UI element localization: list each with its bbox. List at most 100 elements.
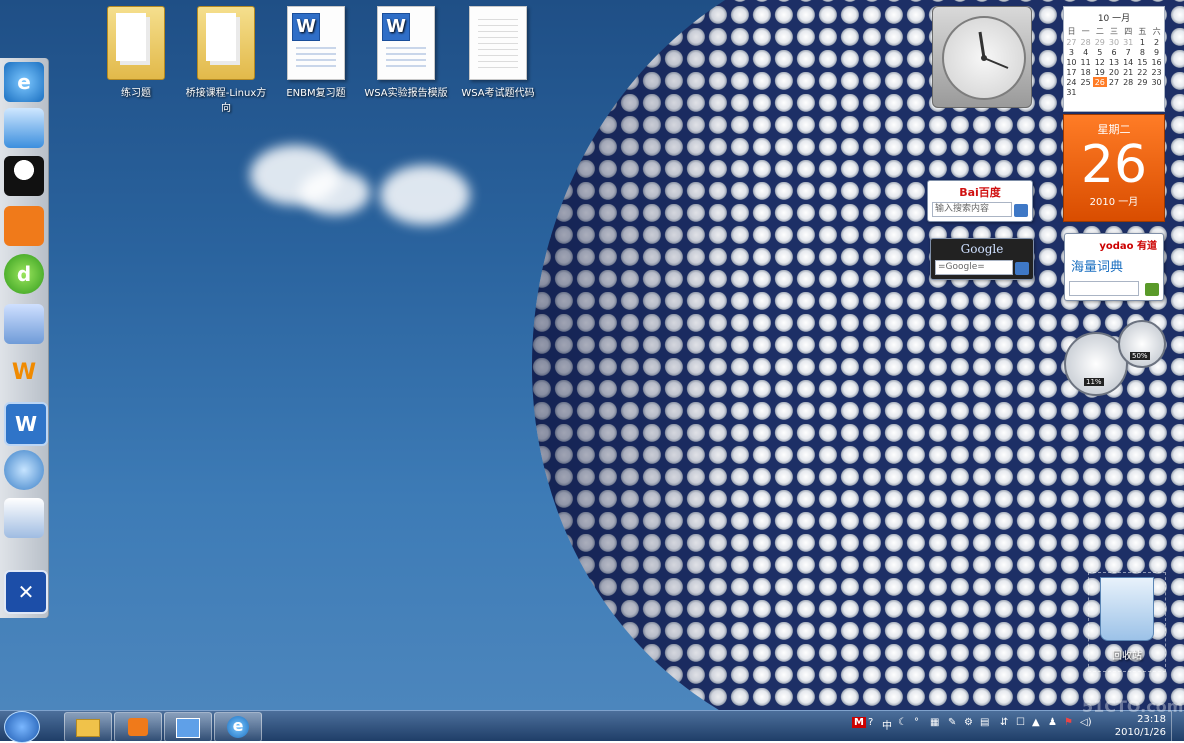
calendar-day-cell[interactable]: 13 — [1107, 57, 1121, 67]
calendar-day-cell[interactable]: 11 — [1079, 57, 1093, 67]
calendar-day-cell[interactable]: 28 — [1079, 37, 1093, 47]
paint-icon[interactable] — [4, 498, 44, 538]
mail-icon[interactable] — [4, 206, 44, 246]
calendar-day-cell[interactable] — [1079, 87, 1093, 97]
network-icon[interactable]: ⇵ — [1000, 717, 1008, 728]
taskbar-ie-button[interactable]: e — [214, 712, 262, 742]
volume-icon[interactable]: ◁) — [1080, 717, 1092, 728]
music-icon[interactable]: d — [4, 254, 44, 294]
mcafee-icon[interactable]: M — [852, 717, 866, 728]
monitor-icon[interactable] — [4, 108, 44, 148]
calendar-day-cell[interactable]: 31 — [1121, 37, 1135, 47]
calendar-day-cell[interactable]: 12 — [1093, 57, 1107, 67]
document-icon[interactable]: ▤ — [980, 717, 989, 728]
calendar-day-cell[interactable]: 27 — [1107, 77, 1121, 87]
calendar-weekday-cell: 一 — [1081, 27, 1090, 36]
word-document-icon: W — [287, 6, 345, 80]
power-icon[interactable]: ☐ — [1016, 717, 1025, 728]
calendar-day-cell[interactable]: 3 — [1064, 47, 1078, 57]
calendar-day-cell[interactable]: 17 — [1064, 67, 1078, 77]
youdao-search-input[interactable] — [1069, 281, 1139, 296]
calendar-day-cell[interactable]: 20 — [1107, 67, 1121, 77]
clock-gadget[interactable] — [932, 6, 1032, 108]
ime-indicator[interactable]: 中 — [882, 717, 892, 732]
desktop-icon-label: WSA考试题代码 — [461, 88, 535, 99]
calendar-day-cell[interactable]: 23 — [1149, 67, 1163, 77]
calendar-weekday-cell: 四 — [1124, 27, 1133, 36]
calendar-day-cell[interactable]: 19 — [1093, 67, 1107, 77]
youdao-logo: yodao 有道 — [1099, 241, 1157, 252]
desktop-icon-doc-2[interactable]: W WSA实验报告模版 — [364, 6, 448, 99]
tool-icon[interactable]: ✎ — [948, 717, 956, 728]
year-month-label: 2010 一月 — [1089, 197, 1139, 208]
notepad-icon[interactable] — [4, 304, 44, 344]
word-icon[interactable]: W — [4, 402, 48, 446]
calendar-day-cell[interactable]: 29 — [1093, 37, 1107, 47]
calendar-day-cell[interactable]: 27 — [1064, 37, 1078, 47]
google-search-input[interactable]: =Google= — [935, 260, 1013, 275]
search-icon[interactable] — [1145, 283, 1159, 296]
calendar-day-cell[interactable]: 10 — [1064, 57, 1078, 67]
calendar-day-cell[interactable]: 26 — [1092, 77, 1107, 87]
desktop-icon-doc-1[interactable]: W ENBM复习题 — [274, 6, 358, 99]
calendar-day-cell[interactable] — [1121, 87, 1135, 97]
keyboard-icon[interactable]: ▦ — [930, 717, 939, 728]
calendar-day-cell[interactable]: 9 — [1149, 47, 1163, 57]
search-icon[interactable] — [1015, 262, 1029, 275]
calendar-day-cell[interactable] — [1135, 87, 1149, 97]
baidu-search-input[interactable]: 输入搜索内容 — [932, 202, 1012, 217]
qq-tray-icon[interactable]: ♟ — [1048, 717, 1057, 728]
calendar-weekday-cell: 二 — [1095, 27, 1104, 36]
ie-icon[interactable]: e — [4, 62, 44, 102]
help-icon[interactable]: ? — [868, 717, 873, 728]
calendar-day-cell[interactable]: 14 — [1121, 57, 1135, 67]
calendar-day-cell[interactable]: 15 — [1135, 57, 1149, 67]
flag-icon[interactable]: ⚑ — [1064, 717, 1073, 728]
desktop-icon-folder-1[interactable]: 练习题 — [94, 6, 178, 99]
calendar-day-cell[interactable]: 25 — [1079, 77, 1093, 87]
calendar-day-cell[interactable]: 2 — [1149, 37, 1163, 47]
show-hidden-icons-icon[interactable]: ▲ — [1032, 717, 1040, 728]
calendar-day-cell[interactable]: 5 — [1093, 47, 1107, 57]
cpu-meter-gadget[interactable]: 11% 50% — [1064, 320, 1166, 396]
qq-icon[interactable] — [4, 156, 44, 196]
taskbar-clock[interactable]: 23:18 2010/1/26 — [1115, 713, 1166, 739]
desktop-icon-folder-2[interactable]: 桥接课程-Linux方向 — [184, 6, 268, 114]
moon-icon[interactable]: ☾ — [898, 717, 907, 728]
taskbar-network-button[interactable] — [164, 712, 212, 742]
show-desktop-button[interactable] — [1171, 711, 1184, 741]
calendar-day-cell[interactable]: 18 — [1079, 67, 1093, 77]
calendar-day-cell[interactable]: 7 — [1121, 47, 1135, 57]
taskbar-explorer-button[interactable] — [64, 712, 112, 742]
search-icon[interactable] — [1014, 204, 1028, 217]
calendar-day-cell[interactable]: 1 — [1135, 37, 1149, 47]
calendar-day-cell[interactable]: 16 — [1149, 57, 1163, 67]
calendar-day-cell[interactable]: 24 — [1064, 77, 1078, 87]
wo-icon[interactable]: W — [4, 352, 44, 392]
desktop-icon-text[interactable]: WSA考试题代码 — [456, 6, 540, 99]
calendar-day-cell[interactable]: 4 — [1079, 47, 1093, 57]
calendar-week-row: 27 28 29 30 31 1 2 — [1064, 37, 1163, 47]
desktop-icon-label: 练习题 — [121, 88, 151, 99]
tools-icon[interactable]: ✕ — [4, 570, 48, 614]
calendar-gadget[interactable]: 10 一月 日一二三四五六 27 28 29 30 31 1 2 3 4 5 6 7 8 9 10 11 12 13… — [1063, 6, 1165, 222]
clock-date: 2010/1/26 — [1114, 727, 1166, 738]
taskbar-media-player-button[interactable] — [114, 712, 162, 742]
settings-icon[interactable]: ⚙ — [964, 717, 973, 728]
calendar-day-cell[interactable]: 29 — [1135, 77, 1149, 87]
calendar-day-cell[interactable]: 21 — [1121, 67, 1135, 77]
punctuation-icon[interactable]: ° — [914, 717, 919, 728]
recycle-bin-icon[interactable]: 回收站 — [1088, 572, 1166, 672]
calendar-day-cell[interactable]: 6 — [1107, 47, 1121, 57]
calendar-day-cell[interactable]: 8 — [1135, 47, 1149, 57]
calendar-day-cell[interactable] — [1093, 87, 1107, 97]
calendar-day-cell[interactable]: 28 — [1121, 77, 1135, 87]
calendar-day-cell[interactable] — [1149, 87, 1163, 97]
calendar-day-cell[interactable] — [1107, 87, 1121, 97]
start-button[interactable] — [4, 711, 40, 743]
calendar-day-cell[interactable]: 31 — [1064, 87, 1078, 97]
calendar-day-cell[interactable]: 22 — [1135, 67, 1149, 77]
calendar-day-cell[interactable]: 30 — [1149, 77, 1163, 87]
search-icon[interactable] — [4, 450, 44, 490]
calendar-day-cell[interactable]: 30 — [1107, 37, 1121, 47]
